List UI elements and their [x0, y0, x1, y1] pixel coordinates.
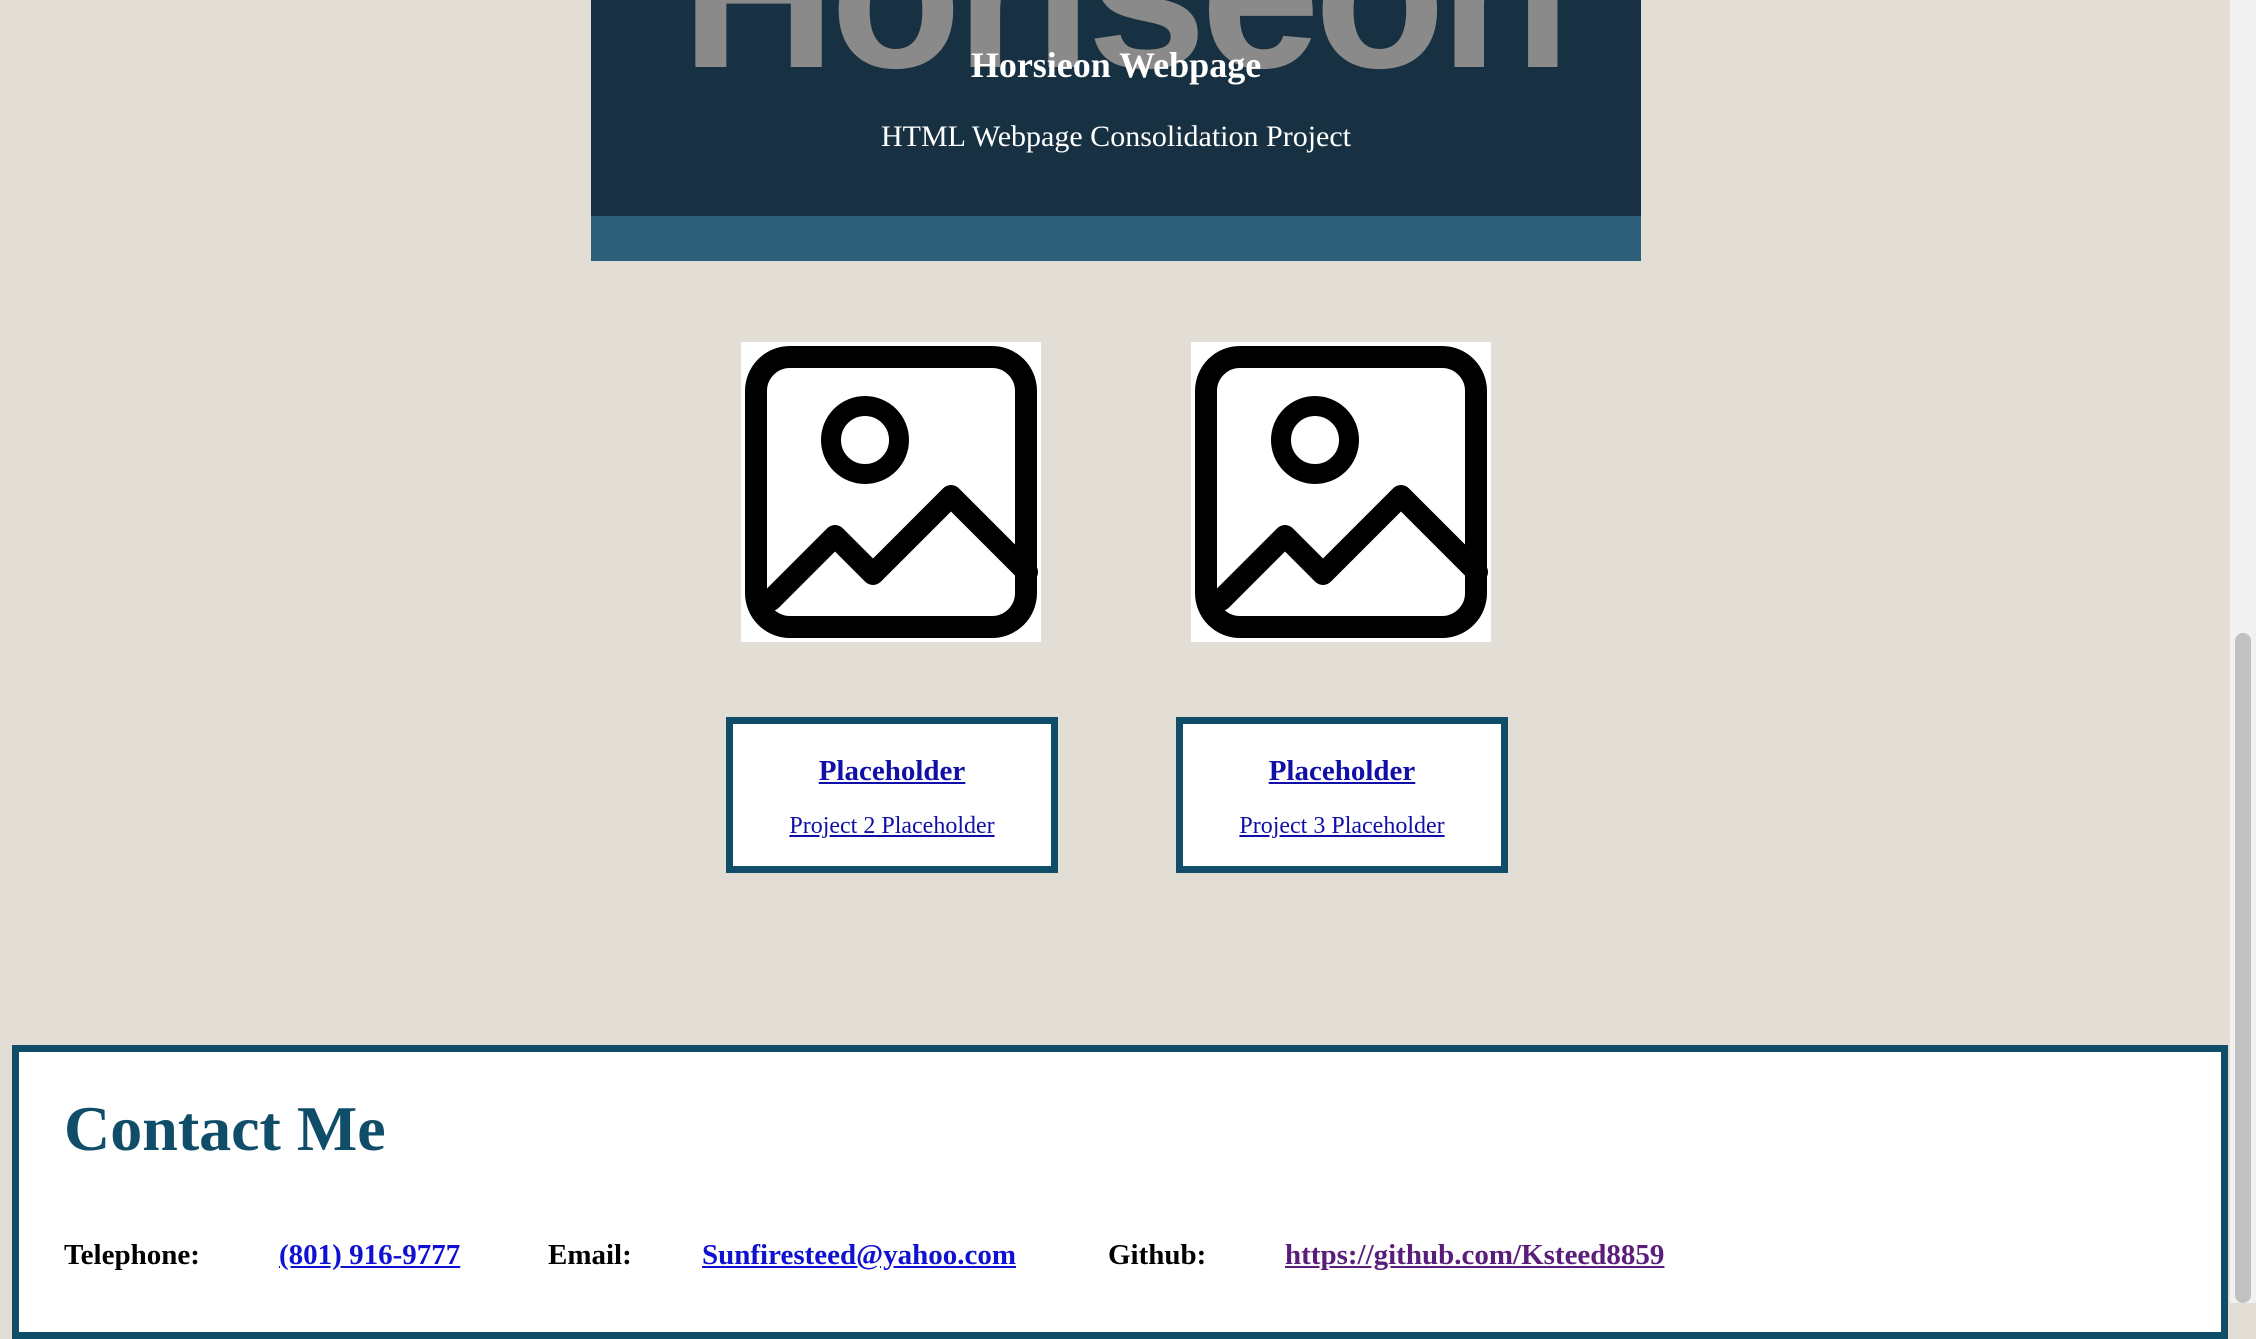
project-2-image-icon[interactable]	[741, 342, 1041, 642]
github-link[interactable]: https://github.com/Ksteed8859	[1285, 1239, 1664, 1272]
project-3-card: Placeholder Project 3 Placeholder	[1176, 717, 1508, 873]
telephone-label: Telephone:	[64, 1239, 200, 1271]
project-3-title-link[interactable]: Placeholder	[1183, 755, 1501, 788]
contact-section: Contact Me Telephone: (801) 916-9777 Ema…	[12, 1045, 2228, 1339]
project-2-title-link[interactable]: Placeholder	[733, 755, 1051, 788]
project-2-card: Placeholder Project 2 Placeholder	[726, 717, 1058, 873]
page-subtitle: HTML Webpage Consolidation Project	[880, 120, 1351, 153]
project-2-subtitle-link[interactable]: Project 2 Placeholder	[733, 813, 1051, 840]
email-link[interactable]: Sunfiresteed@yahoo.com	[702, 1239, 1016, 1272]
vertical-scrollbar[interactable]	[2230, 0, 2256, 1303]
image-placeholder-icon	[745, 346, 1038, 638]
telephone-link[interactable]: (801) 916-9777	[279, 1239, 460, 1272]
email-label: Email:	[548, 1239, 632, 1271]
scrollbar-thumb[interactable]	[2235, 633, 2251, 1303]
header-bottom-bar	[591, 216, 1641, 261]
page-title: Horsieon Webpage	[970, 45, 1262, 85]
contact-heading: Contact Me	[64, 1093, 386, 1164]
github-label: Github:	[1108, 1239, 1207, 1271]
header-banner: Horiseon Horsieon Webpage HTML Webpage C…	[591, 0, 1641, 216]
image-placeholder-icon	[1195, 346, 1488, 638]
project-3-image-icon[interactable]	[1191, 342, 1491, 642]
project-3-subtitle-link[interactable]: Project 3 Placeholder	[1183, 813, 1501, 840]
